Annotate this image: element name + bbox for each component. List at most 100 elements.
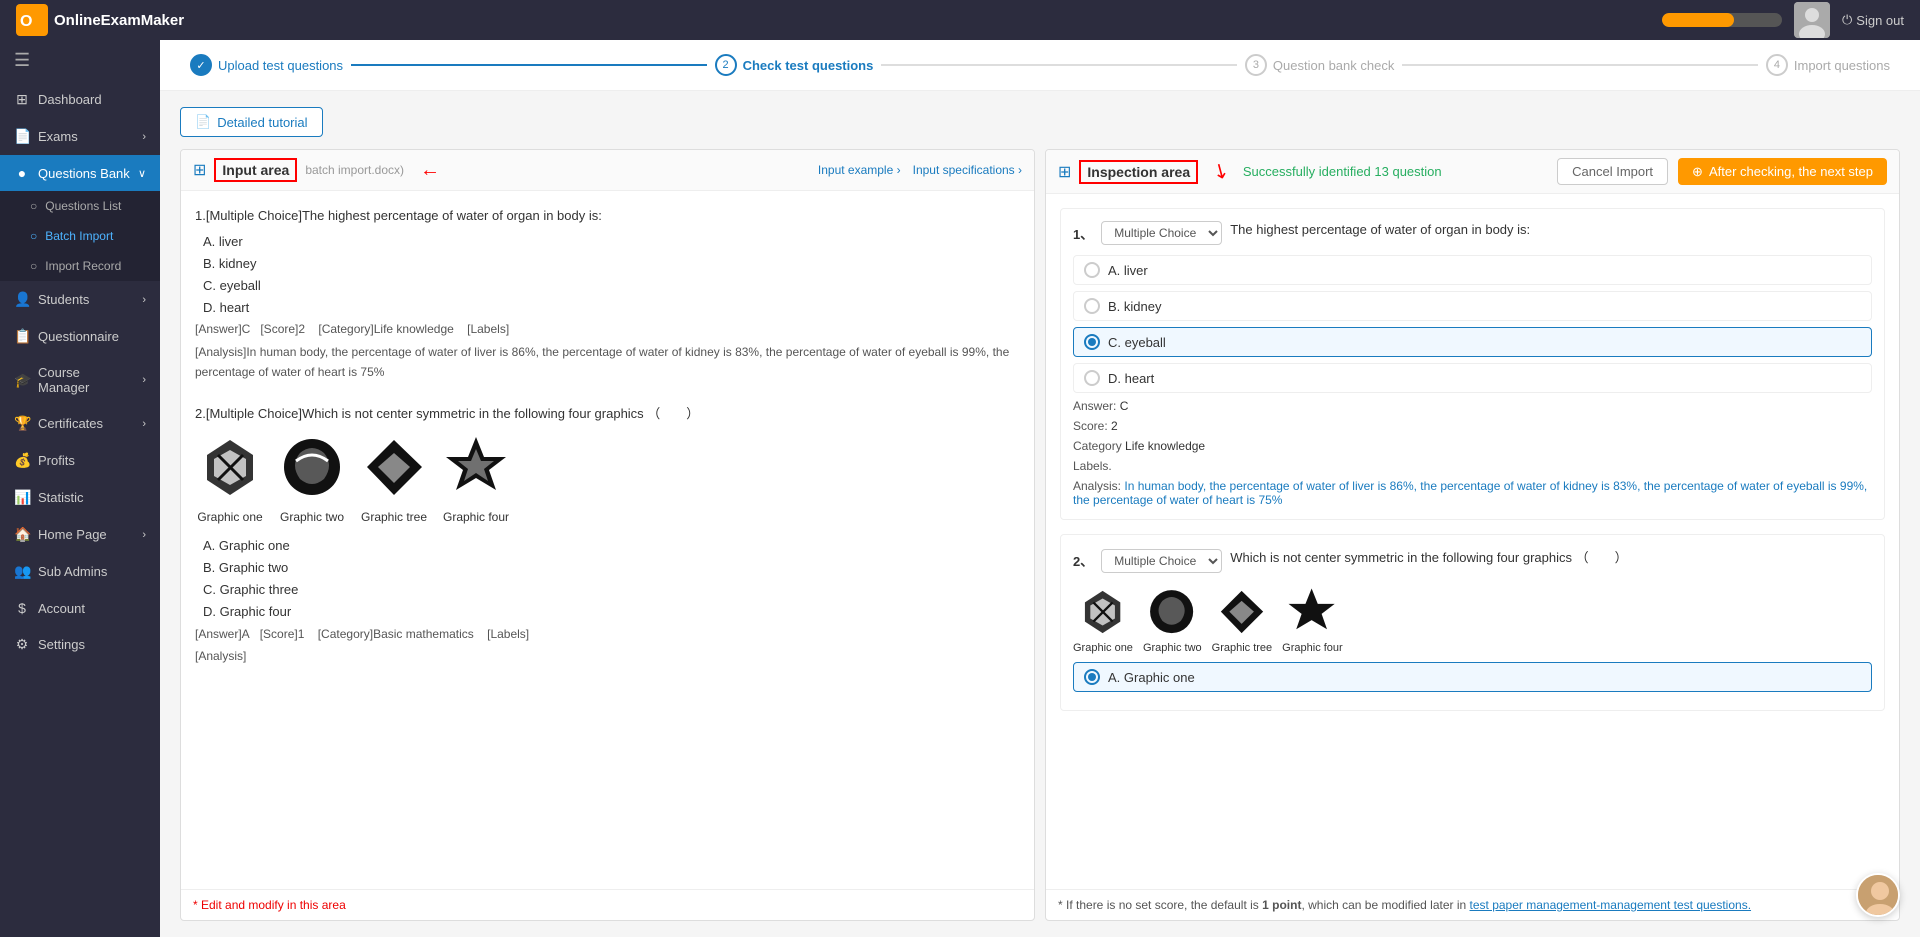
- q2-type-select[interactable]: Multiple Choice Single Choice True/False: [1101, 549, 1222, 573]
- q1-analysis: [Analysis]In human body, the percentage …: [195, 342, 1020, 383]
- sidebar-item-questionnaire[interactable]: 📋 Questionnaire: [0, 318, 160, 355]
- q2-card-header: 2、 Multiple Choice Single Choice True/Fa…: [1073, 547, 1872, 574]
- inspection-content[interactable]: 1、 Multiple Choice Single Choice True/Fa…: [1046, 194, 1899, 889]
- cancel-import-button[interactable]: Cancel Import: [1557, 158, 1668, 185]
- sidebar-item-profits[interactable]: 💰 Profits: [0, 442, 160, 479]
- sidebar-label-certificates: Certificates: [38, 416, 103, 431]
- step-bankcheck: 3 Question bank check: [1245, 54, 1394, 76]
- inspection-actions: Cancel Import ⊕ After checking, the next…: [1557, 158, 1887, 185]
- q1-answer-row: Answer: C: [1073, 399, 1872, 413]
- inspection-footer-link[interactable]: test paper management-management test qu…: [1470, 898, 1752, 912]
- chevron-icon: ›: [142, 374, 146, 386]
- input-specs-link[interactable]: Input specifications ›: [913, 163, 1022, 177]
- circle-icon: ○: [30, 259, 37, 273]
- topbar-avatar: [1794, 2, 1830, 38]
- sidebar-item-students[interactable]: 👤 Students ›: [0, 281, 160, 318]
- sidebar-item-batch-import[interactable]: ○ Batch Import: [0, 221, 160, 251]
- step-check: 2 Check test questions: [715, 54, 874, 76]
- q1-option-b-row[interactable]: B. kidney: [1073, 291, 1872, 321]
- signout-button[interactable]: ⏻ Sign out: [1842, 12, 1904, 28]
- arrow-down-left-icon: ↖: [1207, 156, 1234, 186]
- sidebar-label-questions-list: Questions List: [45, 199, 121, 213]
- input-example-link[interactable]: Input example ›: [818, 163, 901, 177]
- document-icon: 📄: [195, 114, 211, 130]
- step-circle-upload: ✓: [190, 54, 212, 76]
- q1-radio-d: [1084, 370, 1100, 386]
- sidebar-item-settings[interactable]: ⚙ Settings: [0, 626, 160, 663]
- sidebar-item-sub-admins[interactable]: 👥 Sub Admins: [0, 553, 160, 590]
- chevron-icon: ›: [142, 294, 146, 306]
- inspection-graphic-four-label: Graphic four: [1282, 642, 1343, 654]
- q2-radio-a: [1084, 669, 1100, 685]
- inspection-header: ⊞ Inspection area ↖ Successfully identif…: [1046, 150, 1899, 194]
- topbar: O OnlineExamMaker ⏻ Sign out: [0, 0, 1920, 40]
- q1-opt-c: C. eyeball: [203, 275, 1020, 297]
- account-icon: $: [14, 600, 30, 616]
- q1-analysis-row: Analysis: In human body, the percentage …: [1073, 479, 1872, 507]
- graphic-one-label: Graphic one: [197, 507, 262, 527]
- sidebar-item-course-manager[interactable]: 🎓 Course Manager ›: [0, 355, 160, 405]
- q1-text: 1.[Multiple Choice]The highest percentag…: [195, 205, 1020, 227]
- input-content[interactable]: 1.[Multiple Choice]The highest percentag…: [181, 191, 1034, 889]
- sidebar-label-dashboard: Dashboard: [38, 92, 102, 107]
- sidebar-item-exams[interactable]: 📄 Exams ›: [0, 118, 160, 155]
- inspection-graphic-one-shape: [1075, 584, 1130, 639]
- questionnaire-icon: 📋: [14, 328, 30, 345]
- graphic-four-shape: [441, 433, 511, 503]
- sidebar-item-certificates[interactable]: 🏆 Certificates ›: [0, 405, 160, 442]
- input-area-label: Input area: [214, 158, 297, 182]
- graphic-two-item: Graphic two: [277, 433, 347, 527]
- next-step-button[interactable]: ⊕ After checking, the next step: [1678, 158, 1887, 185]
- q2-opt-b: B. Graphic two: [203, 557, 1020, 579]
- q1-labels-row: Labels.: [1073, 459, 1872, 473]
- q1-option-d-row[interactable]: D. heart: [1073, 363, 1872, 393]
- students-icon: 👤: [14, 291, 30, 308]
- step-line-2: [881, 64, 1237, 66]
- content-area: 📄 Detailed tutorial ⊞ Input area batch i…: [160, 91, 1920, 937]
- sidebar-label-account: Account: [38, 601, 85, 616]
- sidebar-item-statistic[interactable]: 📊 Statistic: [0, 479, 160, 516]
- q2-option-a-row[interactable]: A. Graphic one: [1073, 662, 1872, 692]
- q2-opt-a: A. Graphic one: [203, 535, 1020, 557]
- input-footer-note: * Edit and modify in this area: [193, 898, 346, 912]
- q1-card-header: 1、 Multiple Choice Single Choice True/Fa…: [1073, 221, 1872, 245]
- sidebar-label-course-manager: Course Manager: [38, 365, 134, 395]
- q1-type-select[interactable]: Multiple Choice Single Choice True/False: [1101, 221, 1222, 245]
- sidebar-item-home-page[interactable]: 🏠 Home Page ›: [0, 516, 160, 553]
- course-manager-icon: 🎓: [14, 372, 30, 389]
- q2-option-a-label: A. Graphic one: [1108, 670, 1195, 685]
- sidebar-label-home-page: Home Page: [38, 527, 107, 542]
- sidebar-item-account[interactable]: $ Account: [0, 590, 160, 626]
- step-circle-check: 2: [715, 54, 737, 76]
- inspection-status: Successfully identified 13 question: [1243, 164, 1442, 179]
- input-links: Input example › Input specifications ›: [818, 163, 1022, 177]
- question-2-block: 2.[Multiple Choice]Which is not center s…: [195, 403, 1020, 667]
- home-icon: 🏠: [14, 526, 30, 543]
- inspection-graphic-four-shape: [1285, 584, 1340, 639]
- inspection-footer: * If there is no set score, the default …: [1046, 889, 1899, 920]
- q1-analysis-val: In human body, the percentage of water o…: [1073, 479, 1867, 507]
- q1-category-val: Life knowledge: [1125, 439, 1205, 453]
- inspection-panel-icon: ⊞: [1058, 162, 1071, 182]
- panels-row: ⊞ Input area batch import.docx) ← Input …: [180, 149, 1900, 921]
- step-circle-bankcheck: 3: [1245, 54, 1267, 76]
- q2-meta: [Answer]A [Score]1 [Category]Basic mathe…: [195, 624, 1020, 644]
- q1-option-a-row[interactable]: A. liver: [1073, 255, 1872, 285]
- step-line-3: [1402, 64, 1758, 66]
- avatar-float[interactable]: [1856, 873, 1900, 917]
- hamburger-icon[interactable]: ☰: [0, 40, 160, 81]
- q1-option-a-label: A. liver: [1108, 263, 1148, 278]
- q1-opt-a: A. liver: [203, 231, 1020, 253]
- statistic-icon: 📊: [14, 489, 30, 506]
- sidebar-item-questions-list[interactable]: ○ Questions List: [0, 191, 160, 221]
- q1-option-c-row[interactable]: C. eyeball: [1073, 327, 1872, 357]
- tutorial-button[interactable]: 📄 Detailed tutorial: [180, 107, 323, 137]
- circle-plus-icon: ⊕: [1692, 164, 1703, 180]
- step-label-upload: Upload test questions: [218, 58, 343, 73]
- step-label-import: Import questions: [1794, 58, 1890, 73]
- q2-opt-c: C. Graphic three: [203, 579, 1020, 601]
- sidebar-item-questions-bank[interactable]: ● Questions Bank ∨: [0, 155, 160, 191]
- sidebar-item-import-record[interactable]: ○ Import Record: [0, 251, 160, 281]
- sidebar-item-dashboard[interactable]: ⊞ Dashboard: [0, 81, 160, 118]
- input-panel: ⊞ Input area batch import.docx) ← Input …: [180, 149, 1035, 921]
